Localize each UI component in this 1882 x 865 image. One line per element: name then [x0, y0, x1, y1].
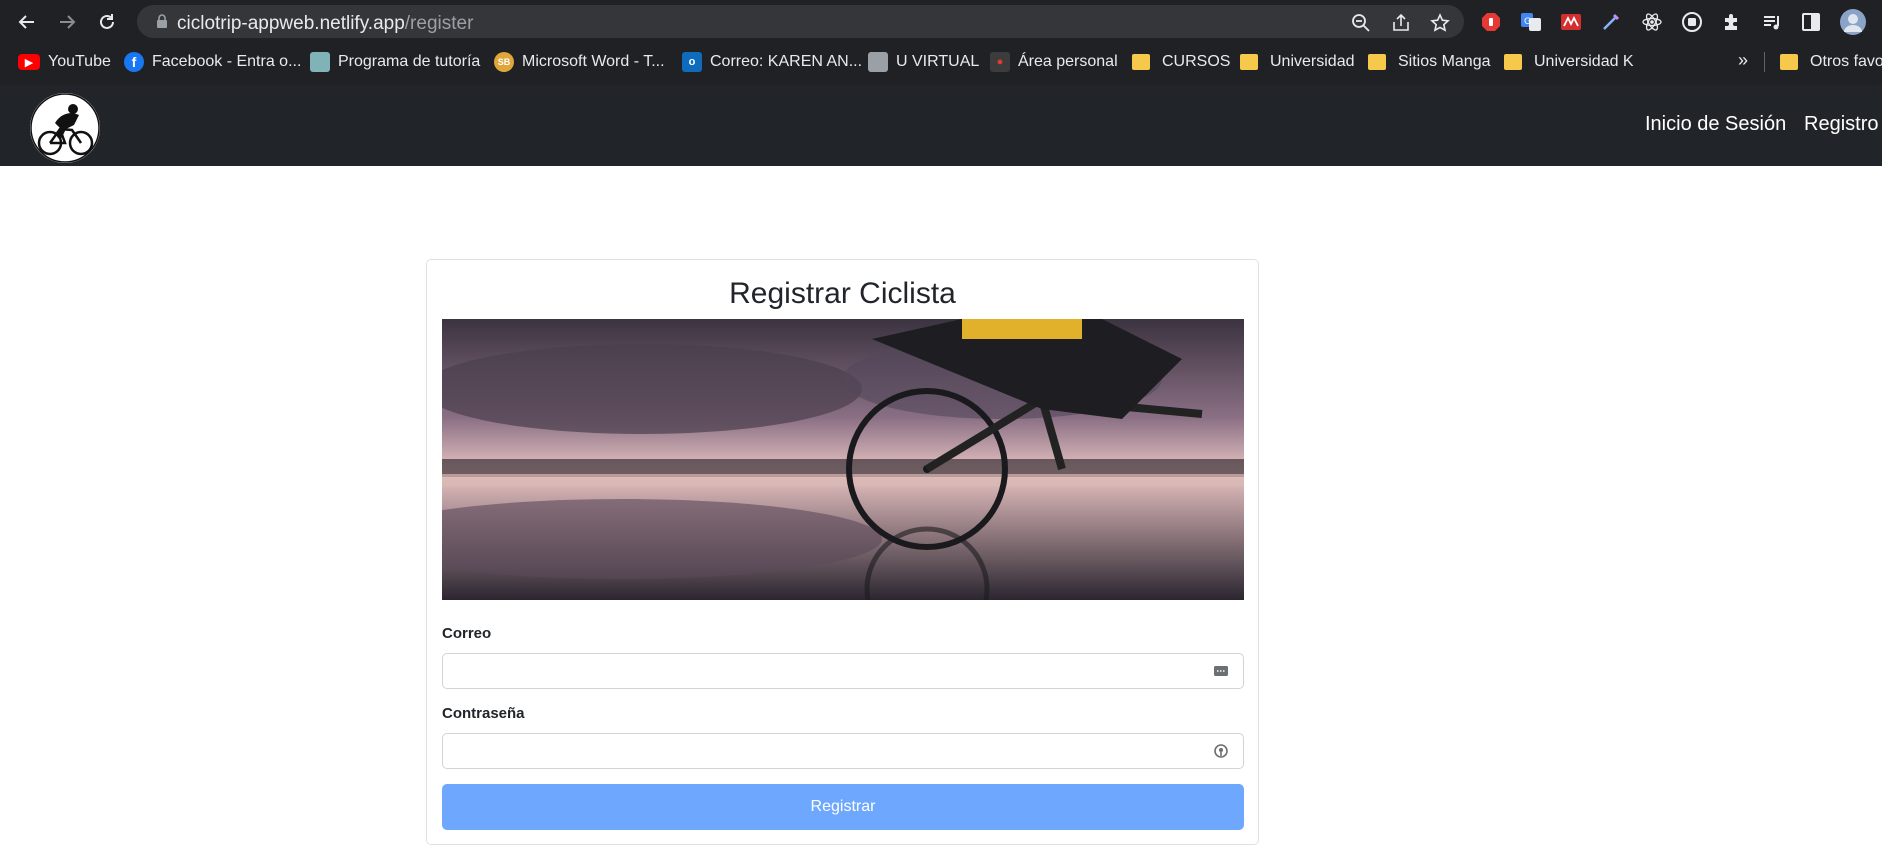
- email-label: Correo: [442, 625, 492, 642]
- folder-icon: [1132, 54, 1150, 70]
- profile-avatar[interactable]: [1840, 9, 1866, 35]
- email-field[interactable]: [442, 653, 1244, 689]
- bookmark-word[interactable]: SB Microsoft Word - T...: [494, 50, 665, 74]
- bookmark-folder-universidad[interactable]: Universidad: [1240, 50, 1354, 74]
- nav-link-register[interactable]: Registro: [1804, 113, 1878, 136]
- folder-icon: [1240, 54, 1258, 70]
- register-card: Registrar Ciclista Correo Contraseña Reg…: [426, 259, 1259, 845]
- youtube-icon: ▶: [18, 54, 40, 70]
- zoom-icon[interactable]: [1351, 13, 1371, 33]
- page-title: Registrar Ciclista: [729, 277, 956, 310]
- bookmark-tutoria[interactable]: Programa de tutoría: [310, 50, 480, 74]
- folder-icon: [1368, 54, 1386, 70]
- bookmark-label: Facebook - Entra o...: [152, 53, 302, 70]
- facebook-icon: f: [124, 52, 144, 72]
- bookmark-label: Sitios Manga: [1398, 53, 1491, 70]
- bookmark-facebook[interactable]: f Facebook - Entra o...: [124, 50, 301, 74]
- word-doc-icon: SB: [494, 52, 514, 72]
- browser-toolbar: ciclotrip-appweb.netlify.app/register G: [0, 0, 1882, 43]
- folder-icon: [1504, 54, 1522, 70]
- bookmarks-divider: [1764, 52, 1765, 72]
- react-devtools-icon[interactable]: [1641, 11, 1663, 33]
- app-navbar: Inicio de Sesión Registro: [0, 85, 1882, 166]
- tutoring-icon: [310, 52, 330, 72]
- svg-text:G: G: [1524, 17, 1531, 27]
- bookmark-area-personal[interactable]: ● Área personal: [990, 50, 1118, 74]
- cyclist-hero-image: [442, 319, 1244, 600]
- url-text: ciclotrip-appweb.netlify.app/register: [177, 13, 474, 34]
- bookmark-folder-sitios-manga[interactable]: Sitios Manga: [1368, 50, 1491, 74]
- bookmark-label: Otros favor: [1810, 53, 1882, 70]
- extensions-puzzle-icon[interactable]: [1721, 11, 1743, 33]
- forward-icon[interactable]: [54, 9, 80, 35]
- password-field[interactable]: [442, 733, 1244, 769]
- bookmark-uvirtual[interactable]: U VIRTUAL: [868, 50, 979, 74]
- bookmark-label: Microsoft Word - T...: [522, 53, 665, 70]
- share-icon[interactable]: [1391, 13, 1411, 33]
- bookmark-label: Área personal: [1018, 53, 1118, 70]
- bookmark-folder-cursos[interactable]: CURSOS: [1132, 50, 1230, 74]
- cyclist-logo[interactable]: [30, 93, 100, 163]
- bookmark-label: U VIRTUAL: [896, 53, 980, 70]
- register-button[interactable]: Registrar: [442, 784, 1244, 830]
- address-bar[interactable]: ciclotrip-appweb.netlify.app/register: [137, 5, 1464, 38]
- reload-icon[interactable]: [94, 9, 120, 35]
- bookmark-label: CURSOS: [1162, 53, 1231, 70]
- outlook-icon: o: [682, 52, 702, 72]
- password-manager-icon[interactable]: [1213, 663, 1229, 679]
- bookmark-label: Universidad K: [1534, 53, 1634, 70]
- adblock-extension-icon[interactable]: [1480, 11, 1502, 33]
- bookmark-label: Correo: KAREN AN...: [710, 53, 863, 70]
- side-panel-icon[interactable]: [1800, 11, 1822, 33]
- password-label: Contraseña: [442, 705, 525, 722]
- bookmarks-bar: ▶ YouTube f Facebook - Entra o... Progra…: [0, 45, 1882, 78]
- personal-area-icon: ●: [990, 52, 1010, 72]
- folder-icon: [1780, 54, 1798, 70]
- translate-extension-icon[interactable]: G: [1520, 11, 1542, 33]
- bookmark-youtube[interactable]: ▶ YouTube: [18, 50, 111, 74]
- uvirtual-icon: [868, 52, 888, 72]
- bookmark-label: Universidad: [1270, 53, 1355, 70]
- bookmark-folder-otros-favoritos[interactable]: Otros favor: [1780, 50, 1882, 74]
- lock-icon: [157, 14, 167, 28]
- bookmark-star-icon[interactable]: [1430, 13, 1450, 33]
- bookmark-folder-universidad-k[interactable]: Universidad K: [1504, 50, 1634, 74]
- autofill-key-icon[interactable]: [1213, 743, 1229, 759]
- nav-link-login[interactable]: Inicio de Sesión: [1645, 113, 1786, 136]
- bookmark-correo[interactable]: o Correo: KAREN AN...: [682, 50, 862, 74]
- mendeley-extension-icon[interactable]: [1560, 11, 1582, 33]
- circle-extension-icon[interactable]: [1681, 11, 1703, 33]
- bookmark-label: YouTube: [48, 53, 111, 70]
- back-icon[interactable]: [14, 9, 40, 35]
- more-bookmarks-chevron[interactable]: »: [1738, 50, 1748, 71]
- browser-chrome: ciclotrip-appweb.netlify.app/register G: [0, 0, 1882, 85]
- bookmark-label: Programa de tutoría: [338, 53, 481, 70]
- media-queue-icon[interactable]: [1761, 11, 1783, 33]
- eyedropper-extension-icon[interactable]: [1600, 11, 1622, 33]
